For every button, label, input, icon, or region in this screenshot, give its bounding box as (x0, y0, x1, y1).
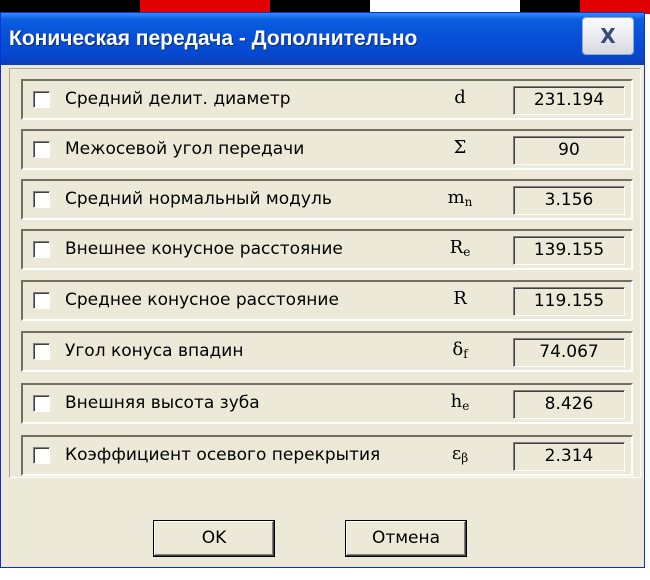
param-checkbox[interactable] (33, 395, 50, 412)
symbol-base: δ (452, 339, 464, 360)
param-row: Внешнее конусное расстояние Re 139.155 (21, 229, 633, 270)
param-checkbox[interactable] (33, 91, 50, 108)
symbol-base: R (449, 237, 464, 258)
param-row: Среднее конусное расстояние R 119.155 (21, 280, 633, 321)
close-icon: X (600, 24, 616, 48)
param-value-field: 90 (513, 136, 625, 165)
cancel-button[interactable]: Отмена (345, 520, 467, 557)
param-label: Внешнее конусное расстояние (65, 239, 343, 259)
param-row: Внешняя высота зуба he 8.426 (21, 383, 633, 424)
symbol-subscript: β (461, 451, 469, 465)
param-value-field: 231.194 (513, 86, 625, 115)
param-label: Внешняя высота зуба (65, 393, 260, 413)
param-checkbox[interactable] (33, 447, 50, 464)
param-label: Межосевой угол передачи (65, 139, 305, 159)
param-symbol: Re (440, 237, 480, 259)
param-symbol: δf (440, 339, 480, 361)
param-label: Коэффициент осевого перекрытия (65, 445, 381, 465)
param-value-field: 8.426 (513, 390, 625, 419)
param-row: Коэффициент осевого перекрытия εβ 2.314 (21, 435, 633, 476)
symbol-subscript: n (464, 195, 473, 209)
param-value-field: 3.156 (513, 186, 625, 215)
param-checkbox[interactable] (33, 343, 50, 360)
close-button[interactable]: X (582, 17, 634, 55)
symbol-base: ε (451, 443, 462, 464)
symbol-base: h (450, 391, 463, 412)
param-checkbox[interactable] (33, 241, 50, 258)
param-value-field: 74.067 (513, 338, 625, 367)
parameters-panel: Средний делит. диаметр d 231.194 Межосевой … (9, 68, 641, 478)
ok-button[interactable]: OK (153, 520, 275, 557)
param-label: Среднее конусное расстояние (65, 290, 339, 310)
param-symbol: he (440, 391, 480, 413)
param-symbol: d (440, 87, 480, 109)
param-row: Средний делит. диаметр d 231.194 (21, 79, 633, 120)
symbol-base: R (453, 288, 467, 309)
symbol-base: d (454, 87, 466, 108)
param-value-field: 139.155 (513, 236, 625, 265)
param-label: Угол конуса впадин (65, 341, 244, 361)
param-symbol: Σ (440, 137, 480, 159)
symbol-subscript: f (463, 347, 468, 361)
param-symbol: εβ (440, 443, 480, 465)
param-value-field: 2.314 (513, 442, 625, 471)
param-value-field: 119.155 (513, 287, 625, 316)
symbol-base: Σ (453, 137, 467, 158)
param-label: Средний нормальный модуль (65, 189, 332, 209)
title-bar[interactable]: Коническая передача - Дополнительно X (1, 13, 644, 65)
symbol-subscript: e (463, 245, 471, 259)
param-checkbox[interactable] (33, 191, 50, 208)
symbol-subscript: e (462, 399, 470, 413)
param-row: Средний нормальный модуль mn 3.156 (21, 179, 633, 220)
symbol-base: m (447, 187, 465, 208)
param-symbol: mn (440, 187, 480, 209)
param-checkbox[interactable] (33, 292, 50, 309)
param-label: Средний делит. диаметр (65, 89, 291, 109)
window-title: Коническая передача - Дополнительно (9, 27, 418, 50)
param-row: Межосевой угол передачи Σ 90 (21, 129, 633, 170)
dialog-window: Коническая передача - Дополнительно X Ср… (0, 12, 645, 568)
param-checkbox[interactable] (33, 141, 50, 158)
param-row: Угол конуса впадин δf 74.067 (21, 331, 633, 372)
param-symbol: R (440, 288, 480, 310)
